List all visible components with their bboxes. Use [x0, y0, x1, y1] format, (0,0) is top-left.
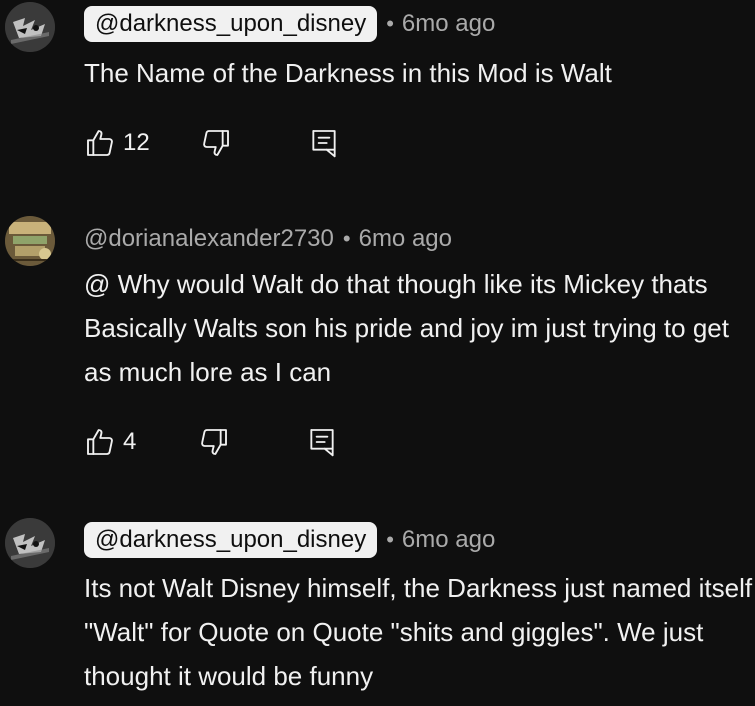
- comment-header: @darkness_upon_disney • 6mo ago: [84, 522, 495, 558]
- comment-text: @ Why would Walt do that though like its…: [84, 269, 729, 387]
- comment-header: @darkness_upon_disney • 6mo ago: [84, 6, 495, 42]
- reply-icon: [308, 127, 340, 159]
- dislike-button[interactable]: [200, 127, 232, 159]
- avatar-image: [5, 2, 55, 52]
- reply-button[interactable]: [306, 426, 338, 458]
- author-handle[interactable]: @darkness_upon_disney: [84, 522, 378, 558]
- author-handle[interactable]: @darkness_upon_disney: [84, 6, 378, 42]
- thumbs-up-icon: [84, 127, 116, 159]
- avatar[interactable]: [5, 2, 55, 52]
- avatar-image: [5, 518, 55, 568]
- comment-text: The Name of the Darkness in this Mod is …: [84, 58, 612, 88]
- comment-timestamp[interactable]: 6mo ago: [402, 523, 495, 557]
- separator-dot: •: [342, 226, 351, 251]
- thumbs-down-icon: [200, 127, 232, 159]
- like-button[interactable]: 4: [84, 426, 136, 458]
- reply-button[interactable]: [308, 127, 340, 159]
- avatar-image: [5, 216, 55, 266]
- separator-dot: •: [386, 11, 394, 36]
- comment-timestamp[interactable]: 6mo ago: [359, 222, 452, 256]
- like-button[interactable]: 12: [84, 127, 150, 159]
- comment-actions: 4: [84, 422, 338, 462]
- reply-icon: [306, 426, 338, 458]
- comment-thread: @darkness_upon_disney • 6mo ago The Name…: [0, 0, 755, 706]
- comment-actions: 12: [84, 123, 340, 163]
- author-handle[interactable]: @dorianalexander2730: [84, 222, 334, 256]
- like-count: 4: [123, 428, 137, 455]
- avatar[interactable]: [5, 518, 55, 568]
- dislike-button[interactable]: [198, 426, 230, 458]
- separator-dot: •: [386, 527, 394, 552]
- thumbs-down-icon: [198, 426, 230, 458]
- thumbs-up-icon: [84, 426, 116, 458]
- comment-timestamp[interactable]: 6mo ago: [402, 7, 495, 41]
- comment-header: @dorianalexander2730 • 6mo ago: [84, 222, 452, 256]
- like-count: 12: [123, 129, 150, 156]
- avatar[interactable]: [5, 216, 55, 266]
- comment-text: Its not Walt Disney himself, the Darknes…: [84, 573, 753, 691]
